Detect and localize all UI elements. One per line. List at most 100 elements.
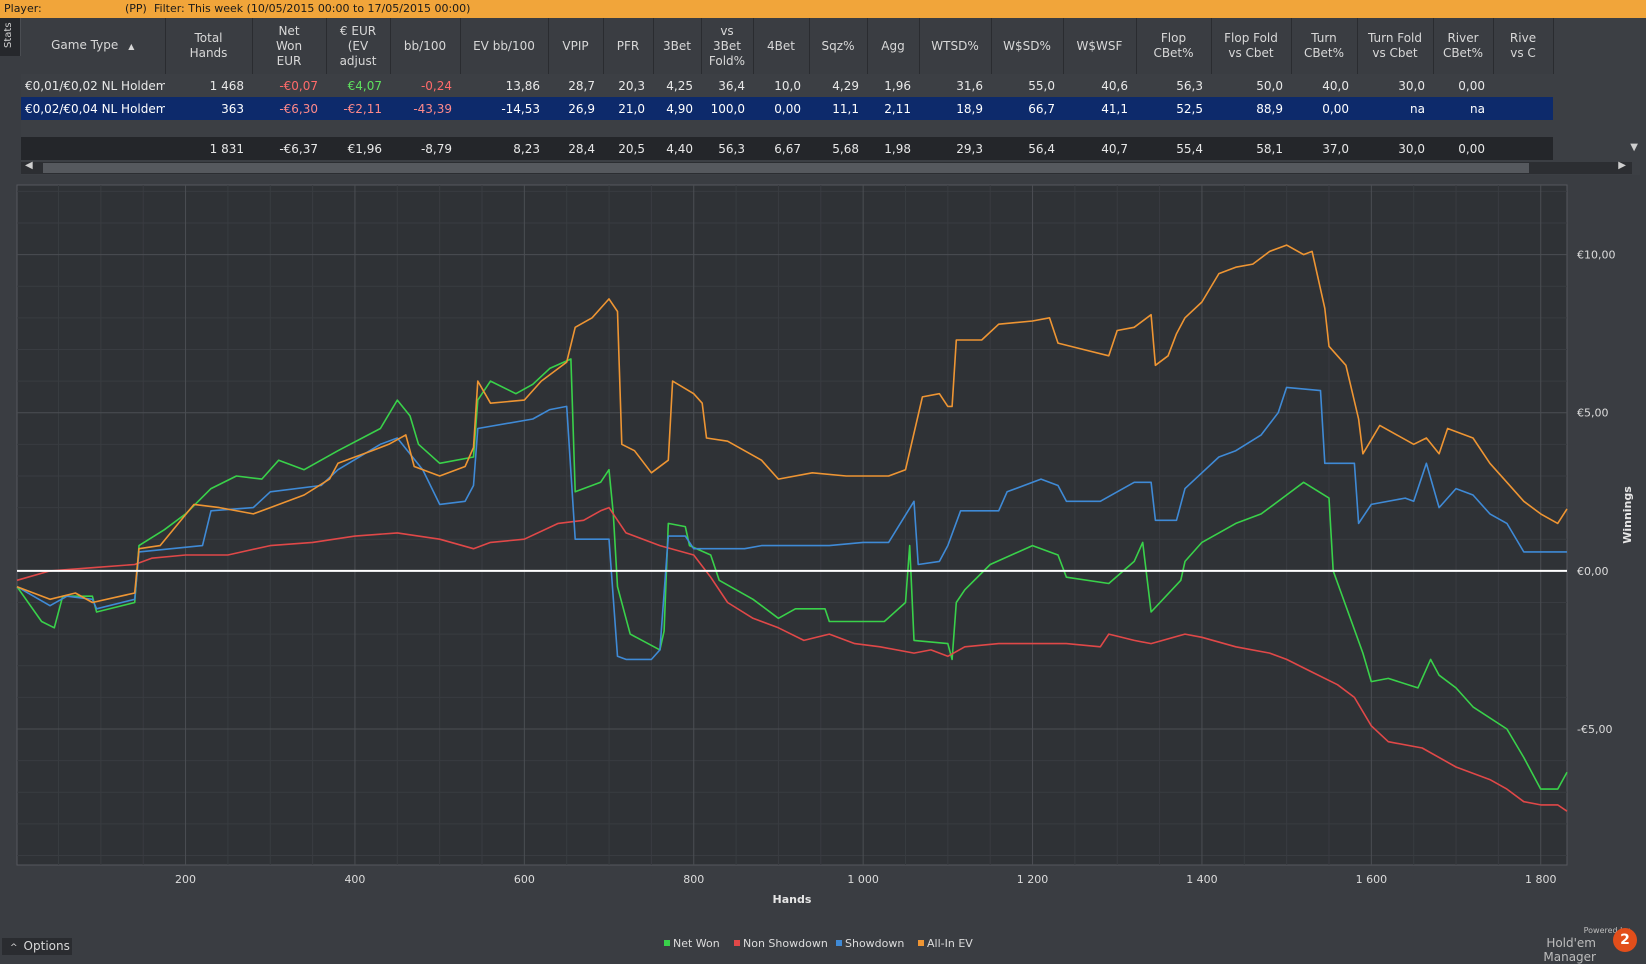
- options-label: Options: [23, 939, 70, 953]
- table-cell: €0,02/€0,04 NL Holdem: [21, 97, 165, 120]
- branding: Powered by Hold'em Manager: [1500, 926, 1630, 964]
- scroll-right-icon[interactable]: ▶: [1618, 160, 1626, 171]
- table-cell: [1493, 137, 1553, 160]
- column-header[interactable]: bb/100: [390, 18, 461, 74]
- table-row[interactable]: €0,01/€0,02 NL Holdem 1 468 -€0,07 €4,07 -0,…: [21, 74, 1553, 97]
- column-header[interactable]: WTSD%: [919, 18, 992, 74]
- legend-swatch: [918, 940, 924, 946]
- column-header[interactable]: Flop Fold vs Cbet: [1211, 18, 1292, 74]
- column-header[interactable]: W$WSF: [1063, 18, 1137, 74]
- table-cell: 30,0: [1357, 74, 1433, 97]
- table-cell: 28,7: [548, 74, 603, 97]
- table-cell: 4,40: [653, 137, 701, 160]
- table-cell: [21, 137, 165, 160]
- stats-tab-label: Stats: [3, 22, 14, 48]
- table-cell: -€6,37: [252, 137, 326, 160]
- y-tick-label: €5,00: [1577, 407, 1609, 420]
- x-tick-label: 600: [514, 873, 535, 886]
- table-cell: 40,0: [1291, 74, 1357, 97]
- column-header[interactable]: Agg: [867, 18, 920, 74]
- table-cell: 55,0: [991, 74, 1063, 97]
- column-header[interactable]: vs 3Bet Fold%: [701, 18, 754, 74]
- horizontal-scrollbar[interactable]: ◀ ▶: [21, 160, 1632, 174]
- options-button[interactable]: ^ Options: [2, 938, 72, 955]
- table-cell: 10,0: [753, 74, 809, 97]
- column-header[interactable]: Turn Fold vs Cbet: [1357, 18, 1434, 74]
- legend-swatch: [664, 940, 670, 946]
- table-cell: 18,9: [919, 97, 991, 120]
- table-cell: 5,68: [809, 137, 867, 160]
- legend-swatch: [734, 940, 740, 946]
- y-tick-label: -€5,00: [1577, 723, 1612, 736]
- table-cell: 4,29: [809, 74, 867, 97]
- totals-row[interactable]: 1 831 -€6,37 €1,96 -8,79 8,23 28,4 20,5 4,40 56,…: [21, 137, 1553, 160]
- x-axis-label: Hands: [773, 893, 812, 906]
- table-spacer-row: [21, 120, 1553, 137]
- x-tick-label: 200: [175, 873, 196, 886]
- scroll-left-icon[interactable]: ◀: [25, 160, 33, 171]
- chevron-up-icon: ^: [10, 943, 18, 953]
- column-header[interactable]: Game Type ▲: [21, 18, 166, 74]
- column-header[interactable]: Total Hands: [165, 18, 253, 74]
- table-cell: 36,4: [701, 74, 753, 97]
- x-tick-label: 800: [683, 873, 704, 886]
- column-header[interactable]: EV bb/100: [460, 18, 549, 74]
- table-cell: [1493, 74, 1553, 97]
- filter-text[interactable]: Filter: This week (10/05/2015 00:00 to 1…: [154, 0, 470, 18]
- table-cell: 28,4: [548, 137, 603, 160]
- table-cell: 0,00: [1291, 97, 1357, 120]
- column-header[interactable]: Sqz%: [809, 18, 868, 74]
- table-cell: 363: [165, 97, 252, 120]
- table-cell: 2,11: [867, 97, 919, 120]
- winnings-chart: 200 400 600 800 1 000 1 200 1 400 1 600 1 800 €10…: [16, 184, 1634, 950]
- column-header[interactable]: Rive vs C: [1493, 18, 1554, 74]
- winnings-graph-panel: 200 400 600 800 1 000 1 200 1 400 1 600 1 800 €10…: [0, 175, 1646, 964]
- stats-side-tab[interactable]: Stats: [0, 18, 21, 56]
- x-tick-label: 1 800: [1525, 873, 1557, 886]
- table-cell: 30,0: [1357, 137, 1433, 160]
- column-header[interactable]: PFR: [603, 18, 654, 74]
- scrollbar-thumb[interactable]: [43, 163, 1529, 173]
- table-cell: 0,00: [1433, 74, 1493, 97]
- table-cell: €0,01/€0,02 NL Holdem: [21, 74, 165, 97]
- legend-swatch: [836, 940, 842, 946]
- column-header[interactable]: Flop CBet%: [1136, 18, 1212, 74]
- column-header[interactable]: Net Won EUR: [252, 18, 327, 74]
- table-cell: 26,9: [548, 97, 603, 120]
- legend-item[interactable]: All-In EV: [927, 937, 973, 950]
- table-cell: [1493, 97, 1553, 120]
- column-header[interactable]: 3Bet: [653, 18, 702, 74]
- legend-item[interactable]: Non Showdown: [743, 937, 828, 950]
- site-code: (PP): [125, 2, 147, 15]
- table-cell: 50,0: [1211, 74, 1291, 97]
- column-header[interactable]: € EUR (EV adjust: [326, 18, 391, 74]
- column-header[interactable]: W$SD%: [991, 18, 1064, 74]
- column-header[interactable]: 4Bet: [753, 18, 810, 74]
- stats-table: Game Type ▲ Total Hands Net Won EUR € EUR (EV adj…: [21, 18, 1554, 160]
- table-cell: 4,90: [653, 97, 701, 120]
- legend-item[interactable]: Showdown: [845, 937, 904, 950]
- column-header[interactable]: Turn CBet%: [1291, 18, 1358, 74]
- table-cell: 100,0: [701, 97, 753, 120]
- sort-ascending-icon: ▲: [128, 42, 135, 51]
- column-header[interactable]: VPIP: [548, 18, 604, 74]
- scroll-down-icon[interactable]: ▼: [1630, 142, 1638, 153]
- legend-item[interactable]: Net Won: [673, 937, 720, 950]
- table-cell: 20,5: [603, 137, 653, 160]
- table-cell: na: [1433, 97, 1493, 120]
- table-cell: 66,7: [991, 97, 1063, 120]
- table-cell: -8,79: [390, 137, 460, 160]
- table-cell: 20,3: [603, 74, 653, 97]
- table-cell: 1 468: [165, 74, 252, 97]
- x-tick-label: 1 200: [1017, 873, 1049, 886]
- table-cell: 6,67: [753, 137, 809, 160]
- table-cell: 8,23: [460, 137, 548, 160]
- table-cell: 1,96: [867, 74, 919, 97]
- table-row[interactable]: €0,02/€0,04 NL Holdem 363 -€6,30 -€2,11 -43,…: [21, 97, 1553, 120]
- column-header[interactable]: River CBet%: [1433, 18, 1494, 74]
- table-cell: -€2,11: [326, 97, 390, 120]
- table-cell: -14,53: [460, 97, 548, 120]
- table-cell: -€6,30: [252, 97, 326, 120]
- table-cell: 21,0: [603, 97, 653, 120]
- plot-area: [16, 184, 1568, 866]
